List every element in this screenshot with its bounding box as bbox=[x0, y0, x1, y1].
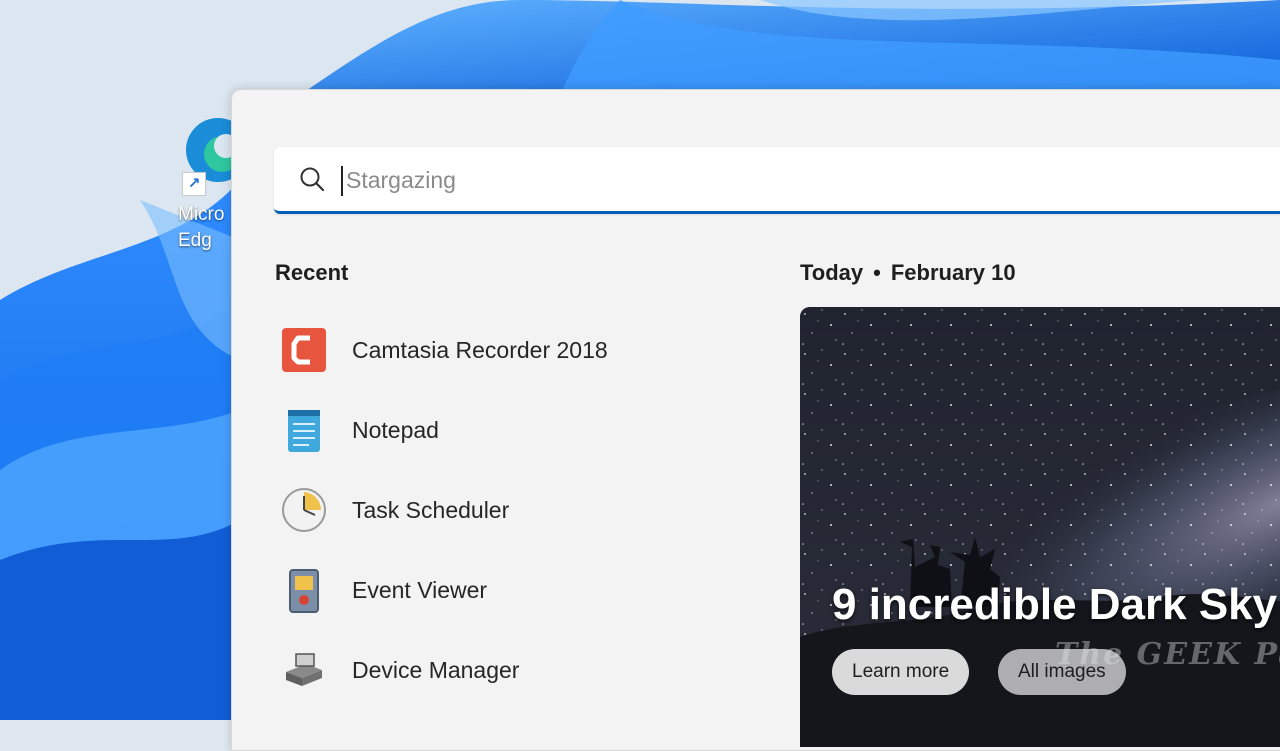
text-caret bbox=[341, 166, 343, 196]
learn-more-button[interactable]: Learn more bbox=[832, 649, 970, 695]
search-input[interactable] bbox=[344, 159, 1248, 201]
today-date: February 10 bbox=[890, 260, 1016, 285]
recent-item-camtasia[interactable]: Camtasia Recorder 2018 bbox=[276, 310, 736, 390]
recent-item-label: Notepad bbox=[352, 416, 439, 443]
notepad-icon bbox=[276, 402, 332, 458]
search-icon bbox=[300, 167, 325, 192]
recent-item-task-scheduler[interactable]: Task Scheduler bbox=[276, 470, 736, 550]
search-box[interactable] bbox=[274, 147, 1280, 214]
device-manager-icon bbox=[276, 642, 332, 698]
recent-item-label: Camtasia Recorder 2018 bbox=[352, 336, 608, 363]
search-highlight-card[interactable]: The GEEK Page 9 incredible Dark Sky Lear… bbox=[800, 307, 1280, 747]
camtasia-icon bbox=[276, 322, 332, 378]
desktop-icon-label: Micro Edg bbox=[178, 204, 225, 251]
shortcut-arrow-icon: ↗ bbox=[182, 172, 206, 196]
card-title: 9 incredible Dark Sky bbox=[832, 580, 1278, 629]
recent-item-label: Event Viewer bbox=[352, 576, 488, 603]
recent-item-event-viewer[interactable]: Event Viewer bbox=[276, 550, 736, 630]
recent-item-label: Task Scheduler bbox=[352, 496, 510, 523]
separator-dot: • bbox=[873, 260, 881, 285]
recent-item-device-manager[interactable]: Device Manager bbox=[276, 630, 736, 710]
search-panel: Recent Camtasia Recorder 2018 bbox=[231, 89, 1280, 751]
recent-item-label: Device Manager bbox=[352, 656, 520, 683]
recent-list: Camtasia Recorder 2018 Notepad Task Sche… bbox=[276, 310, 736, 710]
all-images-button[interactable]: All images bbox=[998, 649, 1126, 695]
today-heading: Today • February 10 bbox=[800, 260, 1016, 286]
event-viewer-icon bbox=[276, 562, 332, 618]
task-scheduler-icon bbox=[276, 482, 332, 538]
recent-heading: Recent bbox=[275, 260, 349, 285]
recent-item-notepad[interactable]: Notepad bbox=[276, 390, 736, 470]
desktop-edge-shortcut[interactable]: ↗ Micro Edg bbox=[178, 108, 238, 258]
today-label: Today bbox=[800, 260, 864, 285]
